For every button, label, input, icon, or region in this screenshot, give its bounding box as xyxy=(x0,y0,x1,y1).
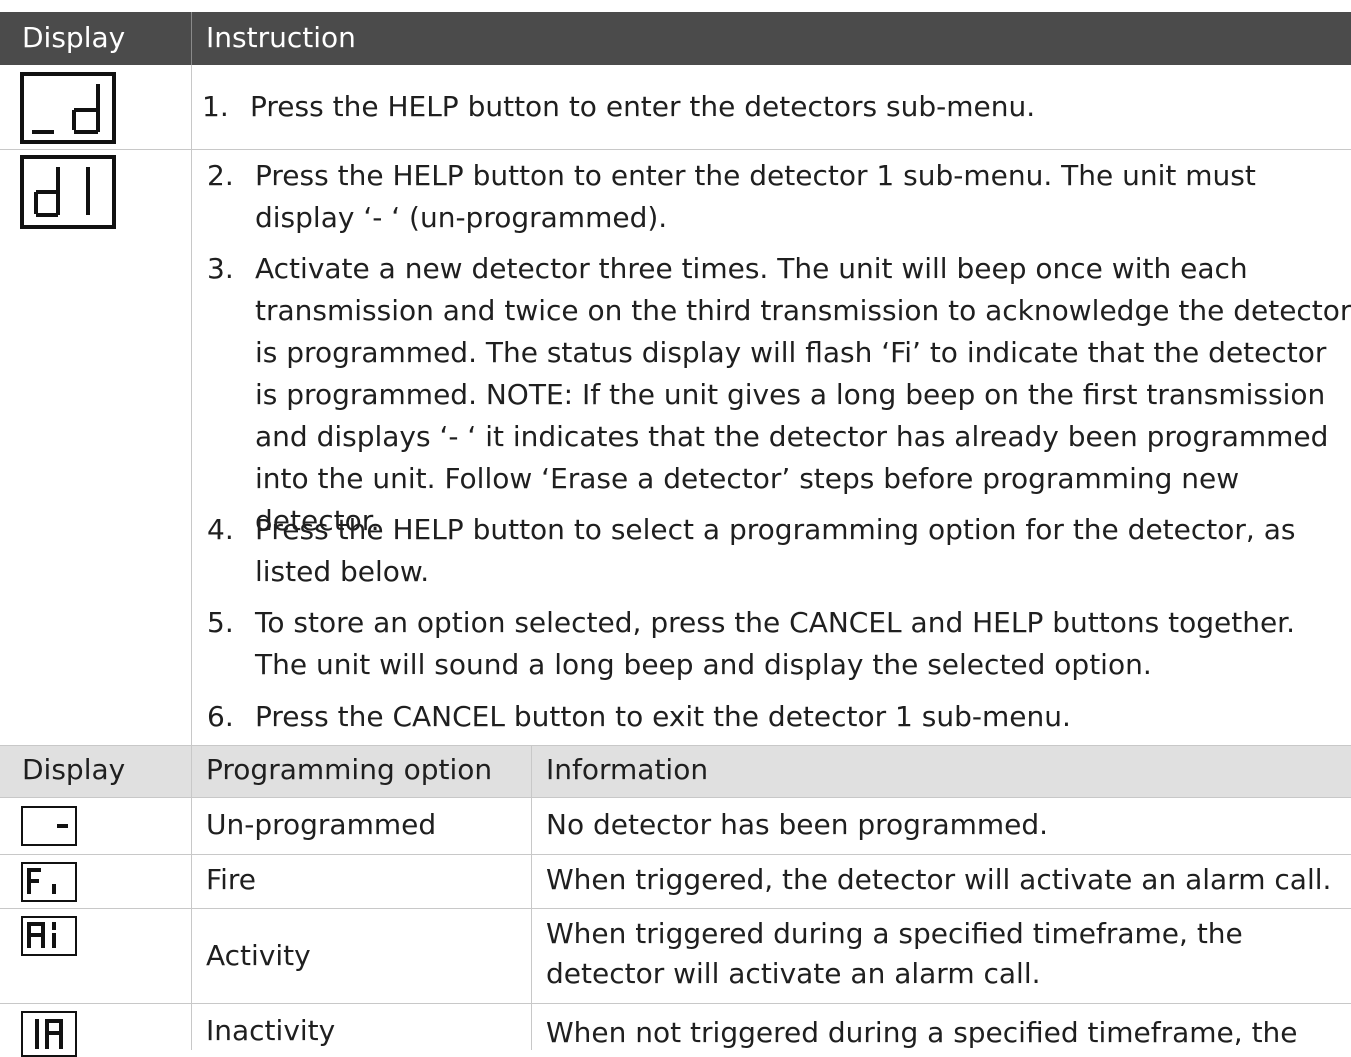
header-display-2: Display xyxy=(22,753,126,786)
display-icon-detector-1 xyxy=(20,155,116,229)
info-fire: When triggered, the detector will activa… xyxy=(546,863,1332,896)
display-icon-inactivity xyxy=(21,1011,77,1057)
info-unprogrammed: No detector has been programmed. xyxy=(546,808,1049,841)
option-activity: Activity xyxy=(206,939,311,972)
info-activity: When triggered during a specified timefr… xyxy=(546,917,1243,990)
header-programming-option: Programming option xyxy=(206,753,493,786)
display-icon-fire xyxy=(21,862,77,902)
display-icon-detectors-menu xyxy=(20,72,116,144)
header-instruction: Instruction xyxy=(206,21,356,54)
option-unprogrammed: Un-programmed xyxy=(206,808,437,841)
options-table-header: Display Programming option Information xyxy=(0,745,1351,797)
header-display: Display xyxy=(22,21,126,54)
info-inactivity: When not triggered during a specified ti… xyxy=(546,1016,1298,1049)
option-inactivity: Inactivity xyxy=(206,1014,336,1047)
header-information: Information xyxy=(546,753,709,786)
option-fire: Fire xyxy=(206,863,256,896)
instruction-table-header: Display Instruction xyxy=(0,12,1351,65)
display-icon-activity xyxy=(21,916,77,956)
display-icon-unprogrammed xyxy=(21,806,77,846)
